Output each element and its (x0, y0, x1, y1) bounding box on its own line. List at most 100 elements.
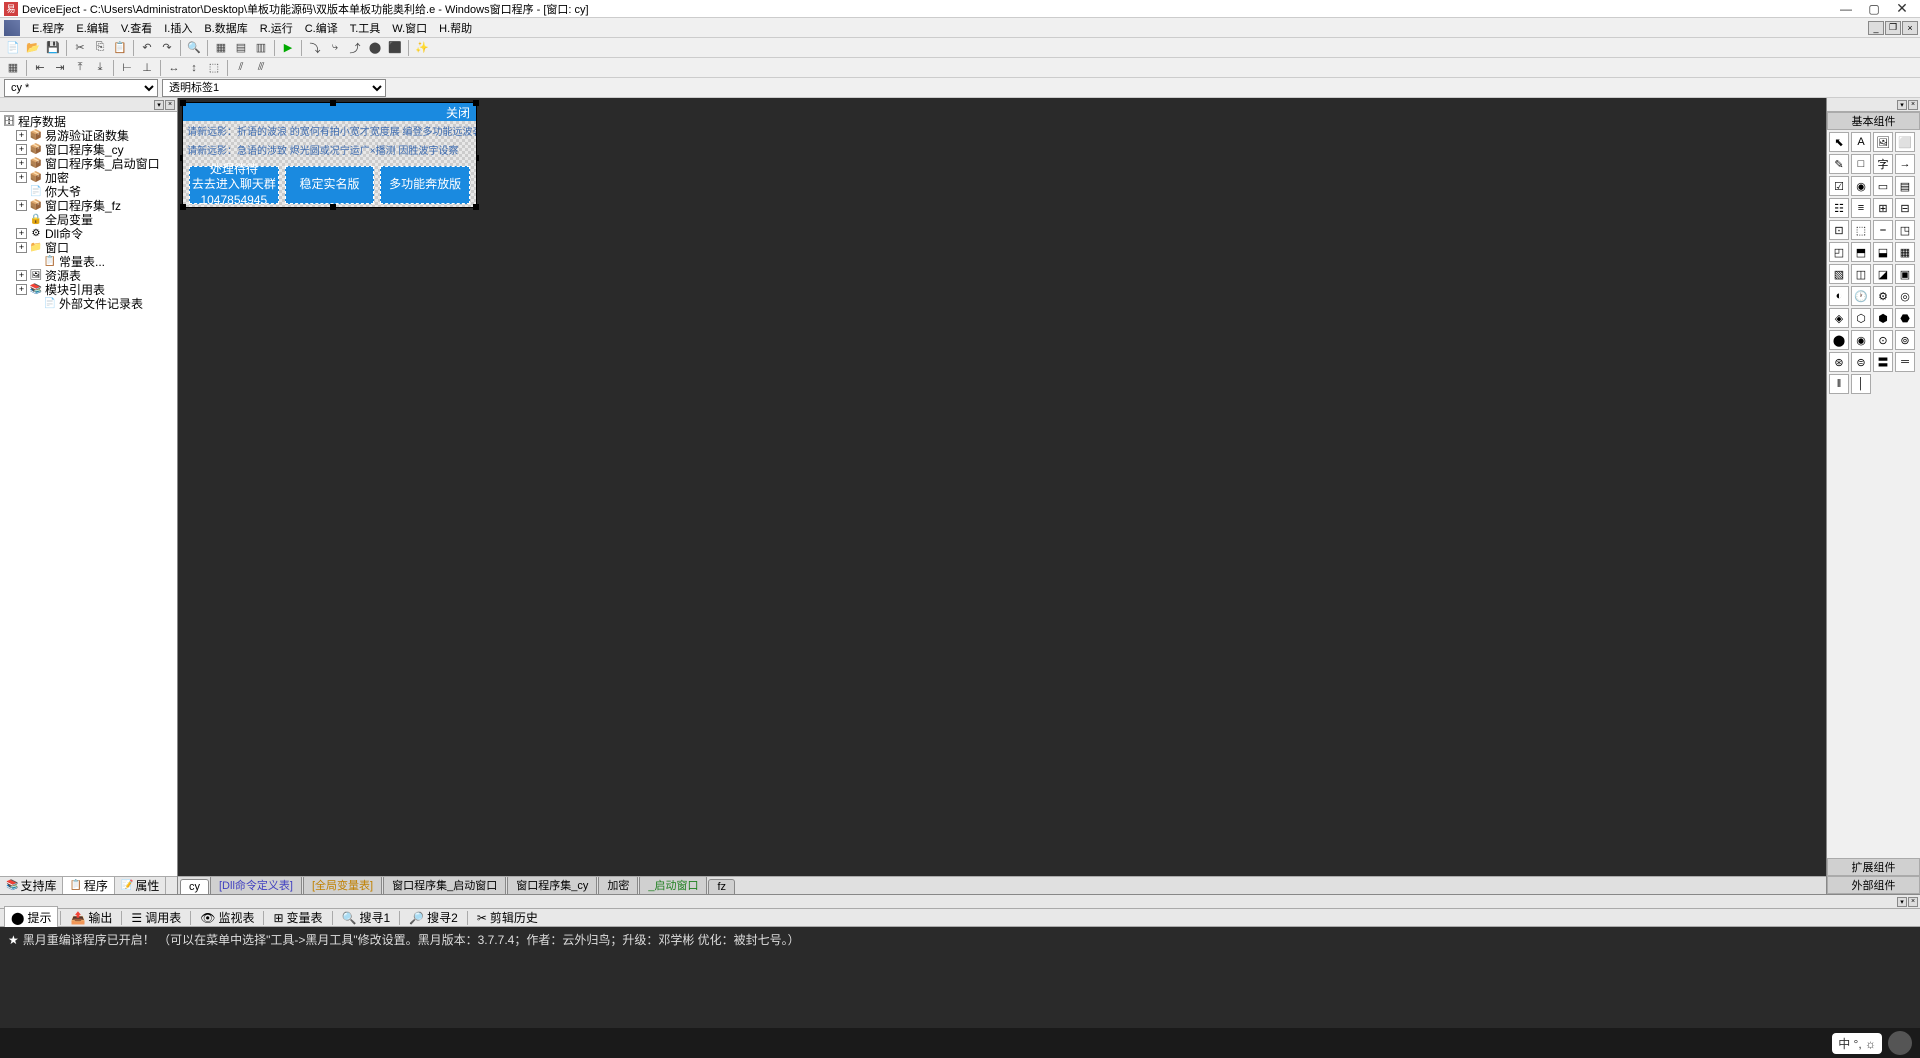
component-icon[interactable]: 🕐 (1851, 286, 1871, 306)
tree-node[interactable]: +📦窗口程序集_启动窗口 (2, 156, 175, 170)
external-components-header[interactable]: 外部组件 (1827, 876, 1920, 894)
expand-icon[interactable]: + (16, 270, 27, 281)
component-icon[interactable]: ⊜ (1851, 352, 1871, 372)
tab-program[interactable]: 📋程序 (63, 877, 114, 894)
expand-icon[interactable]: + (16, 228, 27, 239)
find-icon[interactable]: 🔍 (185, 39, 203, 57)
redo-icon[interactable]: ↷ (158, 39, 176, 57)
menu-run[interactable]: R.运行 (254, 18, 299, 38)
ime-indicator[interactable]: 中 °, ☼ (1832, 1033, 1882, 1054)
maximize-button[interactable]: ▢ (1860, 1, 1888, 17)
editor-tab[interactable]: fz (708, 879, 735, 894)
tree-node[interactable]: 📄外部文件记录表 (2, 296, 175, 310)
tree-node[interactable]: 🔒全局变量 (2, 212, 175, 226)
minimize-button[interactable]: — (1832, 1, 1860, 17)
component-icon[interactable]: ◳ (1895, 220, 1915, 240)
component-icon[interactable]: 🖼 (1873, 132, 1893, 152)
design-button-3[interactable]: 多功能奔放版 (380, 166, 470, 204)
mdi-restore-button[interactable]: ❐ (1885, 21, 1901, 35)
component-icon[interactable]: ‖ (1829, 374, 1849, 394)
save-icon[interactable]: 💾 (44, 39, 62, 57)
component-icon[interactable]: → (1895, 154, 1915, 174)
window-arrange-icon[interactable]: ▥ (252, 39, 270, 57)
panel-pin-icon[interactable]: ▾ (154, 100, 164, 110)
align-left-icon[interactable]: ⇤ (31, 59, 49, 77)
form-designer[interactable]: 关闭 请新远影：折语的波浪 的宽何有拍小宽才宽度展 编登多功能远波袭 请新远影：… (178, 98, 1826, 876)
menu-database[interactable]: B.数据库 (198, 18, 253, 38)
expand-icon[interactable]: + (16, 242, 27, 253)
component-icon[interactable]: ≡ (1851, 198, 1871, 218)
component-icon[interactable]: ▦ (1895, 242, 1915, 262)
same-width-icon[interactable]: ↔ (165, 59, 183, 77)
component-icon[interactable]: ⬣ (1895, 308, 1915, 328)
menu-view[interactable]: V.查看 (115, 18, 158, 38)
copy-icon[interactable]: ⎘ (91, 39, 109, 57)
design-button-2[interactable]: 稳定实名版 (285, 166, 375, 204)
component-icon[interactable]: ⬡ (1851, 308, 1871, 328)
component-icon[interactable]: □ (1851, 154, 1871, 174)
component-icon[interactable]: ⬒ (1851, 242, 1871, 262)
align-bottom-icon[interactable]: ⤓ (91, 59, 109, 77)
tab-support-lib[interactable]: 📚支持库 (0, 877, 63, 894)
label-2[interactable]: 请新远影：急语的涉致 烬光圆或况宁运广×播测 因胜波宇设察 (183, 140, 476, 159)
open-icon[interactable]: 📂 (24, 39, 42, 57)
component-icon[interactable]: ⊚ (1895, 330, 1915, 350)
step-into-icon[interactable]: ⤷ (326, 39, 344, 57)
component-icon[interactable]: ☑ (1829, 176, 1849, 196)
paste-icon[interactable]: 📋 (111, 39, 129, 57)
project-tree[interactable]: 🗄 程序数据 +📦易游验证函数集+📦窗口程序集_cy+📦窗口程序集_启动窗口+📦… (0, 112, 177, 876)
bottom-tab[interactable]: 🔎搜寻2 (402, 906, 465, 929)
bottom-tab[interactable]: ⬤提示 (4, 906, 58, 929)
component-icon[interactable]: ⎯ (1873, 220, 1893, 240)
component-icon[interactable]: ▤ (1895, 176, 1915, 196)
component-icon[interactable]: ◪ (1873, 264, 1893, 284)
run-icon[interactable]: ▶ (279, 39, 297, 57)
window-cascade-icon[interactable]: ▤ (232, 39, 250, 57)
space-v-icon[interactable]: ⫻ (252, 59, 270, 77)
component-icon[interactable]: ⊙ (1873, 330, 1893, 350)
editor-tab[interactable]: [全局变量表] (303, 876, 382, 894)
tree-node[interactable]: 📋常量表... (2, 254, 175, 268)
expand-icon[interactable]: + (16, 144, 27, 155)
extended-components-header[interactable]: 扩展组件 (1827, 858, 1920, 876)
step-over-icon[interactable]: ⤵ (306, 39, 324, 57)
component-icon[interactable]: ⊡ (1829, 220, 1849, 240)
editor-tab[interactable]: _启动窗口 (639, 876, 707, 894)
same-size-icon[interactable]: ⬚ (205, 59, 223, 77)
component-icon[interactable]: ◉ (1851, 330, 1871, 350)
component-icon[interactable]: ◐ (1829, 286, 1849, 306)
expand-icon[interactable]: + (16, 172, 27, 183)
editor-tab[interactable]: [Dll命令定义表] (210, 876, 302, 894)
component-icon[interactable]: ◉ (1851, 176, 1871, 196)
editor-tab[interactable]: 窗口程序集_启动窗口 (383, 876, 506, 894)
new-icon[interactable]: 📄 (4, 39, 22, 57)
expand-icon[interactable]: + (16, 200, 27, 211)
component-icon[interactable]: ⊟ (1895, 198, 1915, 218)
editor-tab[interactable]: cy (180, 879, 209, 894)
editor-tab[interactable]: 加密 (598, 876, 638, 894)
expand-icon[interactable]: + (16, 284, 27, 295)
output-console[interactable]: ★黑月重编译程序已开启！ （可以在菜单中选择"工具->黑月工具"修改设置。黑月版… (0, 927, 1920, 1028)
design-button-1[interactable]: 处理待待 去去进入聊天群 1047854945 (189, 166, 279, 204)
component-icon[interactable]: ⬚ (1851, 220, 1871, 240)
close-button[interactable]: ✕ (1888, 1, 1916, 17)
component-icon[interactable]: ◈ (1829, 308, 1849, 328)
undo-icon[interactable]: ↶ (138, 39, 156, 57)
component-icon[interactable]: ▧ (1829, 264, 1849, 284)
grid-icon[interactable]: ▦ (4, 59, 22, 77)
design-form[interactable]: 关闭 请新远影：折语的波浪 的宽何有拍小宽才宽度展 编登多功能远波袭 请新远影：… (182, 102, 477, 208)
panel-pin-icon[interactable]: ▾ (1897, 100, 1907, 110)
component-icon[interactable]: ⬉ (1829, 132, 1849, 152)
tree-node[interactable]: +📦加密 (2, 170, 175, 184)
center-h-icon[interactable]: ⊢ (118, 59, 136, 77)
expand-icon[interactable]: + (16, 158, 27, 169)
tree-node[interactable]: +⚙Dll命令 (2, 226, 175, 240)
menu-insert[interactable]: I.插入 (158, 18, 198, 38)
menu-program[interactable]: E.程序 (26, 18, 70, 38)
component-icon[interactable]: ⬤ (1829, 330, 1849, 350)
component-icon[interactable]: ▭ (1873, 176, 1893, 196)
component-icon[interactable]: ☷ (1829, 198, 1849, 218)
component-icon[interactable]: 〓 (1873, 352, 1893, 372)
component-icon[interactable]: ⬜ (1895, 132, 1915, 152)
label-1[interactable]: 请新远影：折语的波浪 的宽何有拍小宽才宽度展 编登多功能远波袭 (183, 121, 476, 140)
